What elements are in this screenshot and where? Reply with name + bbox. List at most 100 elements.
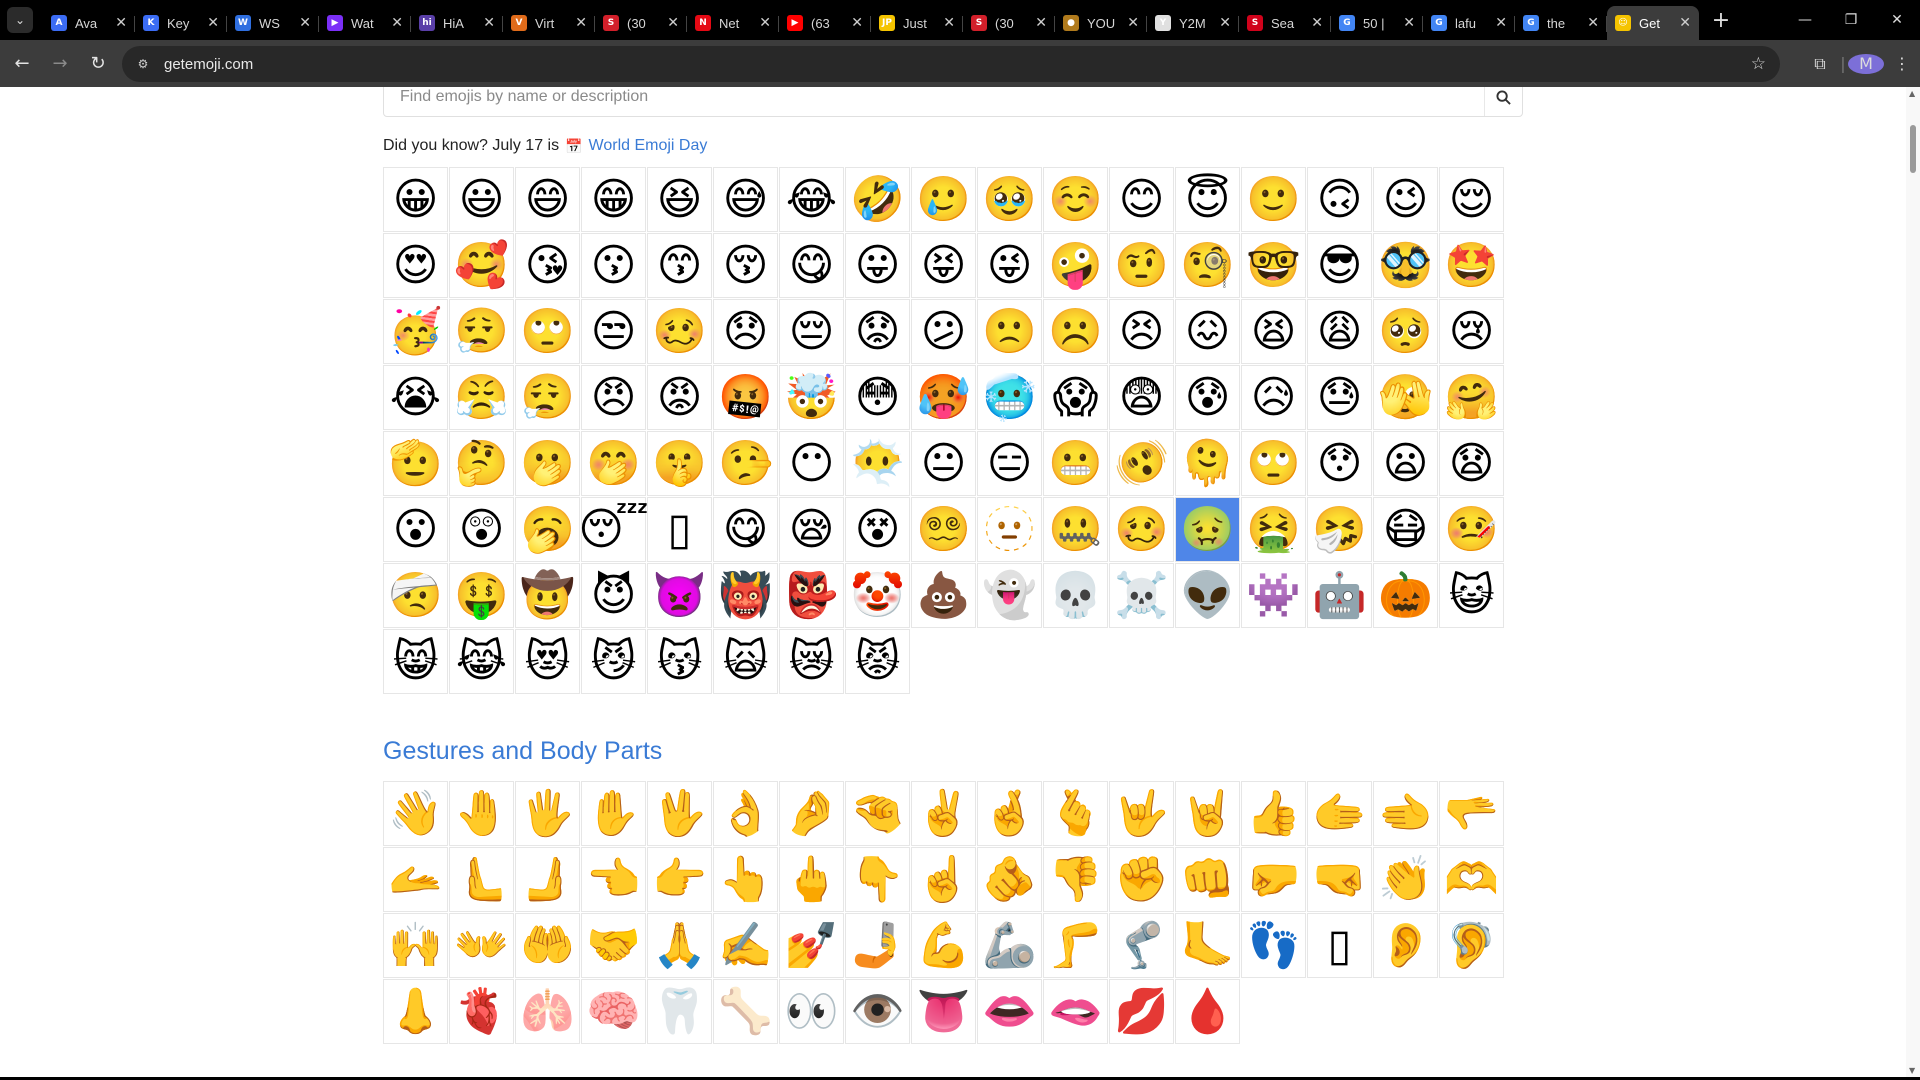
emoji-cell[interactable]: 🙃 [1307, 167, 1372, 232]
emoji-cell[interactable]: 👐 [449, 913, 514, 978]
emoji-cell[interactable]: 🥶 [977, 365, 1042, 430]
emoji-cell[interactable]: 🤳 [845, 913, 910, 978]
emoji-cell[interactable]: 🤛 [1241, 847, 1306, 912]
emoji-cell[interactable]: 😍 [383, 233, 448, 298]
emoji-cell[interactable]: 🤖 [1307, 563, 1372, 628]
restore-icon[interactable]: ❐ [1828, 0, 1874, 40]
tab-close-icon[interactable]: ✕ [667, 15, 679, 31]
emoji-cell[interactable]: 🫸 [515, 847, 580, 912]
emoji-cell[interactable]: 🤪 [1043, 233, 1108, 298]
emoji-cell[interactable]: 🥱 [515, 497, 580, 562]
emoji-cell[interactable]: 😮 [383, 497, 448, 562]
emoji-cell[interactable]: 😸 [383, 629, 448, 694]
emoji-cell[interactable]: 🫷 [449, 847, 514, 912]
tab-close-icon[interactable]: ✕ [1587, 15, 1599, 31]
browser-tab[interactable]: V Virt ✕ [503, 6, 595, 40]
tab-close-icon[interactable]: ✕ [207, 15, 219, 31]
emoji-cell[interactable]: 👣 [1241, 913, 1306, 978]
back-arrow-icon[interactable]: ← [6, 48, 38, 80]
site-info-icon[interactable]: ⚙ [132, 53, 154, 75]
browser-tab[interactable]: ● YOU ✕ [1055, 6, 1147, 40]
browser-tab[interactable]: W WS ✕ [227, 6, 319, 40]
browser-tab[interactable]: ▶ (63 ✕ [779, 6, 871, 40]
emoji-cell[interactable]: ☝️ [911, 847, 976, 912]
emoji-cell[interactable]: 😂 [779, 167, 844, 232]
emoji-cell[interactable]: 😆 [647, 167, 712, 232]
emoji-cell[interactable]: 🥴 [1109, 497, 1174, 562]
emoji-cell[interactable]: 💅 [779, 913, 844, 978]
new-tab-button[interactable]: + [1707, 6, 1735, 34]
emoji-cell[interactable]: 🥺 [1373, 299, 1438, 364]
browser-tab[interactable]: G 50 | ✕ [1331, 6, 1423, 40]
emoji-cell[interactable]: 🫴 [383, 847, 448, 912]
emoji-cell[interactable]: 😾 [845, 629, 910, 694]
emoji-cell[interactable]: 😒 [581, 299, 646, 364]
browser-tab[interactable]: ☺ Get ✕ [1607, 6, 1699, 40]
emoji-cell[interactable]: 😄 [515, 167, 580, 232]
emoji-cell[interactable]: ▯ [647, 497, 712, 562]
emoji-cell[interactable]: 🫡 [383, 431, 448, 496]
tab-close-icon[interactable]: ✕ [1035, 15, 1047, 31]
emoji-cell[interactable]: 🙄 [515, 299, 580, 364]
emoji-cell[interactable]: ✍️ [713, 913, 778, 978]
emoji-cell[interactable]: 😟 [845, 299, 910, 364]
emoji-cell[interactable]: 😇 [1175, 167, 1240, 232]
emoji-cell[interactable]: 👂 [1373, 913, 1438, 978]
browser-tab[interactable]: N Net ✕ [687, 6, 779, 40]
emoji-cell[interactable]: 👎 [1043, 847, 1108, 912]
emoji-cell[interactable]: 🥰 [449, 233, 514, 298]
emoji-cell[interactable]: 🧠 [581, 979, 646, 1044]
emoji-cell[interactable]: 😶 [779, 431, 844, 496]
emoji-cell[interactable]: 💪 [911, 913, 976, 978]
emoji-cell[interactable]: 🤚 [449, 781, 514, 846]
emoji-cell[interactable]: 😞 [713, 299, 778, 364]
emoji-cell[interactable]: 🩸 [1175, 979, 1240, 1044]
emoji-cell[interactable]: 😮‍💨 [449, 299, 514, 364]
emoji-cell[interactable]: 😐 [911, 431, 976, 496]
emoji-cell[interactable]: 🥴 [647, 299, 712, 364]
emoji-cell[interactable]: 🫰 [1043, 781, 1108, 846]
emoji-cell[interactable]: 😁 [581, 167, 646, 232]
emoji-cell[interactable]: ▯ [1307, 913, 1372, 978]
emoji-cell[interactable]: 😱 [1043, 365, 1108, 430]
emoji-cell[interactable]: 😃 [449, 167, 514, 232]
emoji-cell[interactable]: 👍 [1241, 781, 1306, 846]
emoji-cell[interactable]: 👇 [845, 847, 910, 912]
browser-tab[interactable]: S Sea ✕ [1239, 6, 1331, 40]
emoji-cell[interactable]: 👃 [383, 979, 448, 1044]
emoji-cell[interactable]: 😶‍🌫️ [845, 431, 910, 496]
emoji-cell[interactable]: 🫱 [1307, 781, 1372, 846]
emoji-cell[interactable]: ✌️ [911, 781, 976, 846]
emoji-cell[interactable]: ✊ [1109, 847, 1174, 912]
emoji-cell[interactable]: 🙀 [713, 629, 778, 694]
emoji-cell[interactable]: 👀 [779, 979, 844, 1044]
emoji-cell[interactable]: 😫 [1241, 299, 1306, 364]
emoji-cell[interactable]: 🫥 [977, 497, 1042, 562]
emoji-cell[interactable]: 🤘 [1175, 781, 1240, 846]
emoji-cell[interactable]: 💋 [1109, 979, 1174, 1044]
address-bar[interactable]: ⚙ getemoji.com ☆ [122, 46, 1780, 82]
emoji-cell[interactable]: 🤮 [1241, 497, 1306, 562]
emoji-cell[interactable]: 🦷 [647, 979, 712, 1044]
emoji-cell[interactable]: 🙂 [1241, 167, 1306, 232]
emoji-cell[interactable]: 🤩 [1439, 233, 1504, 298]
emoji-cell[interactable]: 🥲 [911, 167, 976, 232]
emoji-cell[interactable]: 👋 [383, 781, 448, 846]
emoji-cell[interactable]: 😀 [383, 167, 448, 232]
tab-close-icon[interactable]: ✕ [391, 15, 403, 31]
emoji-cell[interactable]: 😺 [1439, 563, 1504, 628]
browser-tab[interactable]: A Ava ✕ [43, 6, 135, 40]
emoji-cell[interactable]: ☹️ [1043, 299, 1108, 364]
tab-close-icon[interactable]: ✕ [851, 15, 863, 31]
world-emoji-day-link[interactable]: World Emoji Day [589, 137, 708, 155]
emoji-cell[interactable]: 🦻 [1439, 913, 1504, 978]
emoji-cell[interactable]: 😴 [578, 497, 649, 562]
browser-tab[interactable]: hi HiA ✕ [411, 6, 503, 40]
emoji-cell[interactable]: ☠️ [1109, 563, 1174, 628]
emoji-cell[interactable]: 😗 [581, 233, 646, 298]
emoji-cell[interactable]: 👺 [779, 563, 844, 628]
emoji-cell[interactable]: 👌 [713, 781, 778, 846]
emoji-cell[interactable]: 🎃 [1373, 563, 1438, 628]
forward-arrow-icon[interactable]: → [44, 48, 76, 80]
emoji-cell[interactable]: 🤜 [1307, 847, 1372, 912]
